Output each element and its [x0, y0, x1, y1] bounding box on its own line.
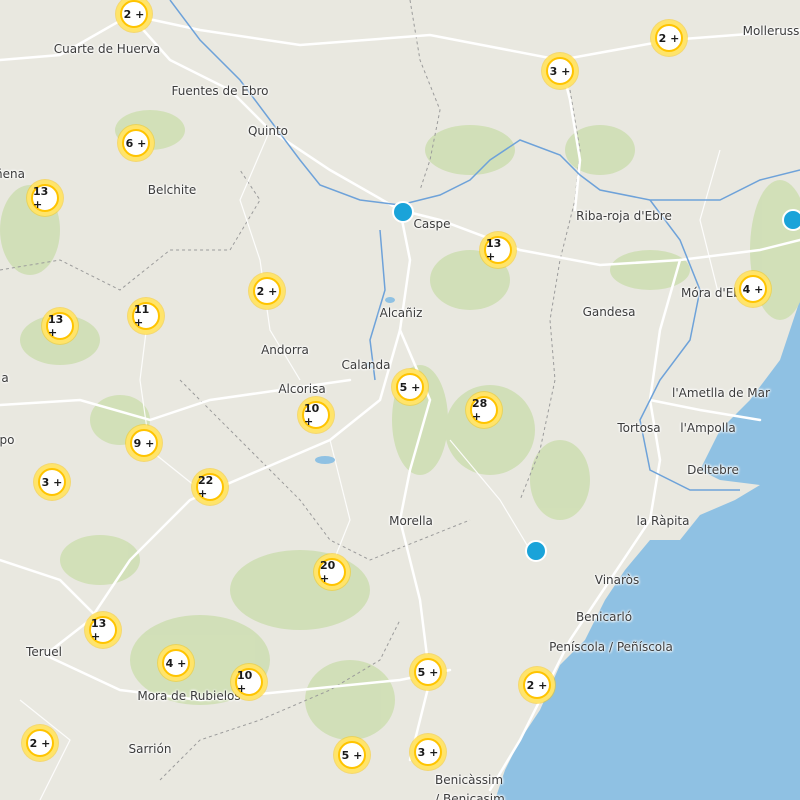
cluster-marker[interactable]: 20 +	[314, 554, 350, 590]
place-label: Caspe	[413, 217, 451, 231]
cluster-marker[interactable]: 2 +	[22, 725, 58, 761]
cluster-marker[interactable]: 3 +	[542, 53, 578, 89]
place-label: Teruel	[26, 645, 62, 659]
place-label: Belchite	[147, 183, 197, 197]
cluster-marker[interactable]: 13 +	[85, 612, 121, 648]
place-label: po	[0, 433, 15, 447]
place-label: ñena	[0, 167, 25, 181]
map-canvas[interactable]: Cuarte de Huerva Molleruss Fuentes de Ebro…	[0, 0, 800, 800]
cluster-count: 11 +	[132, 302, 160, 330]
cluster-count: 13 +	[89, 616, 117, 644]
cluster-marker[interactable]: 10 +	[231, 664, 267, 700]
place-label: Quinto	[247, 124, 289, 138]
place-label: Mora de Rubielos	[137, 689, 241, 703]
place-label: Alcorisa	[278, 382, 326, 396]
cluster-count: 20 +	[318, 558, 346, 586]
cluster-count: 2 +	[26, 729, 54, 757]
cluster-count: 2 +	[120, 0, 148, 28]
cluster-marker[interactable]: 6 +	[118, 125, 154, 161]
cluster-marker[interactable]: 11 +	[128, 298, 164, 334]
place-label: Peníscola / Peñíscola	[549, 640, 673, 654]
place-label: Gandesa	[582, 305, 636, 319]
cluster-marker[interactable]: 9 +	[126, 425, 162, 461]
cluster-count: 5 +	[338, 741, 366, 769]
place-label: Tortosa	[617, 421, 661, 435]
cluster-marker[interactable]: 28 +	[466, 392, 502, 428]
cluster-count: 28 +	[470, 396, 498, 424]
place-label: Andorra	[261, 343, 309, 357]
cluster-count: 3 +	[414, 738, 442, 766]
cluster-marker[interactable]: 3 +	[34, 464, 70, 500]
place-label: Benicarló	[575, 610, 633, 624]
place-label: a	[1, 371, 9, 385]
place-label: Sarrión	[128, 742, 172, 756]
place-label: / Benicasim	[435, 792, 505, 800]
place-label: Fuentes de Ebro	[171, 84, 269, 98]
marker-east-edge[interactable]	[782, 209, 800, 231]
place-label: Riba-roja d'Ebre	[576, 209, 672, 223]
cluster-count: 13 +	[484, 236, 512, 264]
place-label: Alcañiz	[379, 306, 423, 320]
place-label: Morella	[389, 514, 433, 528]
cluster-marker[interactable]: 5 +	[392, 369, 428, 405]
cluster-marker[interactable]: 2 +	[249, 273, 285, 309]
cluster-count: 13 +	[31, 184, 59, 212]
cluster-marker[interactable]: 5 +	[334, 737, 370, 773]
cluster-count: 10 +	[235, 668, 263, 696]
place-label: Molleruss	[742, 24, 800, 38]
cluster-count: 5 +	[414, 658, 442, 686]
place-label: l'Ametlla de Mar	[672, 386, 770, 400]
marker-caspe[interactable]	[392, 201, 414, 223]
cluster-count: 2 +	[253, 277, 281, 305]
place-label: Calanda	[341, 358, 391, 372]
cluster-count: 6 +	[122, 129, 150, 157]
cluster-count: 5 +	[396, 373, 424, 401]
place-label: Deltebre	[687, 463, 739, 477]
cluster-count: 9 +	[130, 429, 158, 457]
cluster-marker[interactable]: 4 +	[735, 271, 771, 307]
cluster-count: 3 +	[38, 468, 66, 496]
cluster-marker[interactable]: 10 +	[298, 397, 334, 433]
cluster-count: 2 +	[523, 671, 551, 699]
cluster-count: 2 +	[655, 24, 683, 52]
cluster-marker[interactable]: 4 +	[158, 645, 194, 681]
cluster-count: 4 +	[162, 649, 190, 677]
cluster-count: 4 +	[739, 275, 767, 303]
cluster-marker[interactable]: 13 +	[480, 232, 516, 268]
cluster-marker[interactable]: 5 +	[410, 654, 446, 690]
place-label: Vinaròs	[594, 573, 640, 587]
place-label: la Ràpita	[636, 514, 690, 528]
cluster-count: 3 +	[546, 57, 574, 85]
place-label: l'Ampolla	[680, 421, 736, 435]
marker-near-vinaros[interactable]	[525, 540, 547, 562]
place-label: Benicàssim	[434, 773, 504, 787]
cluster-count: 22 +	[196, 473, 224, 501]
cluster-marker[interactable]: 2 +	[519, 667, 555, 703]
cluster-marker[interactable]: 13 +	[27, 180, 63, 216]
cluster-marker[interactable]: 3 +	[410, 734, 446, 770]
cluster-marker[interactable]: 22 +	[192, 469, 228, 505]
cluster-marker[interactable]: 2 +	[651, 20, 687, 56]
cluster-count: 13 +	[46, 312, 74, 340]
place-label: Cuarte de Huerva	[53, 42, 161, 56]
cluster-marker[interactable]: 13 +	[42, 308, 78, 344]
cluster-count: 10 +	[302, 401, 330, 429]
